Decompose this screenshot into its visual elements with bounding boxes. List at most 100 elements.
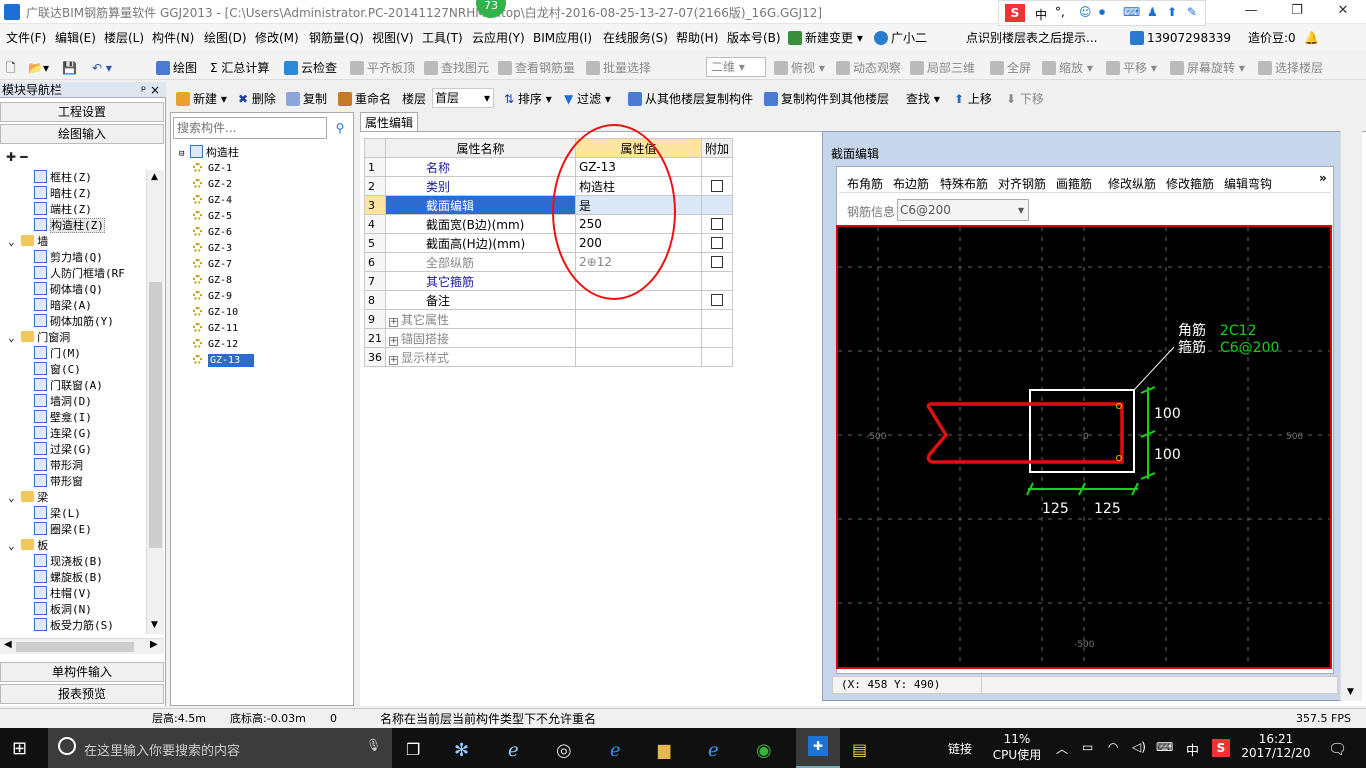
glodon-app-task[interactable]: ✚ (796, 728, 840, 768)
nav-tree-item[interactable]: 现浇板(B) (34, 554, 103, 570)
nav-tree-item[interactable]: 壁龛(I) (34, 410, 92, 426)
property-row[interactable]: 1 名称 GZ-13 (364, 157, 734, 177)
component-item[interactable]: GZ-10 (193, 305, 238, 321)
volume-icon[interactable]: ◁) (1132, 740, 1146, 754)
copy-from-floor-button[interactable]: 从其他楼层复制构件 (628, 90, 753, 108)
touch-keyboard-icon[interactable]: ⌨ (1156, 740, 1173, 754)
green-browser-icon[interactable]: ◉ (756, 740, 772, 761)
additional-checkbox[interactable] (711, 180, 723, 192)
menu-floor[interactable]: 楼层(L) (104, 30, 144, 46)
undo-icon[interactable]: ↶ ▾ (92, 59, 112, 77)
property-row[interactable]: 5 截面高(H边)(mm) 200 (364, 233, 734, 253)
move-up-button[interactable]: ⬆ 上移 (954, 90, 992, 108)
nav-tree-item[interactable]: ⌄ 门窗洞 (8, 330, 70, 346)
component-item[interactable]: GZ-9 (193, 289, 232, 305)
microphone-icon[interactable]: 🎙 (366, 738, 381, 752)
expand-icon[interactable]: + (389, 336, 398, 346)
property-row[interactable]: 21 + 锚固搭接 (364, 328, 734, 348)
summary-calc-button[interactable]: Σ 汇总计算 (210, 59, 269, 77)
property-name-cell[interactable]: + 显示样式 (385, 347, 576, 367)
browser-app-icon[interactable]: ◎ (556, 740, 572, 761)
fullscreen-button[interactable]: 全屏 (990, 59, 1031, 77)
view-mode-select[interactable]: 二维 ▾ (706, 57, 766, 77)
view-rebar-qty-button[interactable]: 查看钢筋量 (498, 59, 575, 77)
nav-hscroll[interactable]: ◀ ▶ (0, 638, 164, 654)
emoji-icon[interactable]: ☺ (1079, 5, 1092, 19)
property-row[interactable]: 7 其它箍筋 (364, 271, 734, 291)
additional-checkbox[interactable] (711, 237, 723, 249)
tray-expand-icon[interactable]: ︿ (1056, 740, 1068, 757)
battery-icon[interactable]: ▭ (1082, 740, 1093, 754)
tool-modify-stirrup[interactable]: 修改箍筋 (1166, 175, 1214, 192)
top-view-button[interactable]: 俯视 ▾ (774, 59, 825, 77)
nav-tree-item[interactable]: 圈梁(E) (34, 522, 92, 538)
report-preview-button[interactable]: 报表预览 (0, 684, 164, 704)
menu-online[interactable]: 在线服务(S) (603, 30, 668, 46)
find-button[interactable]: 查找 ▾ (906, 90, 940, 108)
clock[interactable]: 16:21 2017/12/20 (1238, 732, 1314, 760)
menu-cloud[interactable]: 云应用(Y) (472, 30, 525, 46)
property-name-cell[interactable]: + 其它属性 (385, 309, 576, 329)
nav-tree-item[interactable]: ⌄ 板 (8, 538, 48, 554)
draw-input-button[interactable]: 绘图输入 (0, 124, 164, 144)
close-button[interactable]: ✕ (1320, 0, 1366, 24)
component-item[interactable]: GZ-8 (193, 273, 232, 289)
cloud-check-button[interactable]: 云检查 (284, 59, 337, 77)
additional-checkbox[interactable] (711, 256, 723, 268)
component-item[interactable]: GZ-4 (193, 193, 232, 209)
copy-button[interactable]: 复制 (286, 90, 327, 108)
scroll-left-icon[interactable]: ◀ (4, 639, 12, 650)
nav-tree-item[interactable]: 过梁(G) (34, 442, 92, 458)
nav-tree-item[interactable]: 柱帽(V) (34, 586, 92, 602)
toolbar-overflow-icon[interactable]: » (1319, 171, 1327, 185)
property-name-cell[interactable]: 截面编辑 (385, 195, 576, 215)
component-search-input[interactable] (173, 117, 327, 139)
section-canvas[interactable]: -500 500 -500 0 角筋 2C12 箍筋 C6@200 100 10… (836, 225, 1332, 669)
user-account[interactable]: 13907298339 (1130, 30, 1231, 46)
batch-select-button[interactable]: 批量选择 (586, 59, 651, 77)
menu-version[interactable]: 版本号(B) (727, 30, 781, 46)
component-item[interactable]: GZ-13 (193, 353, 255, 369)
ime-toolbar[interactable]: S 中 °, ☺ ⏺ ⌨ ♟ ⬆ ✎ (998, 0, 1206, 26)
nav-tree-scrollbar[interactable]: ▲ ▼ (146, 170, 164, 634)
nav-tree-item[interactable]: 端柱(Z) (34, 202, 92, 218)
tool-corner-rebar[interactable]: 布角筋 (847, 175, 883, 192)
dynamic-view-button[interactable]: 动态观察 (836, 59, 901, 77)
nav-tree-item[interactable]: 螺旋板(B) (34, 570, 103, 586)
edge-icon[interactable]: ℯ (610, 740, 621, 761)
draw-button[interactable]: 绘图 (156, 59, 197, 77)
taskbar-search[interactable]: 在这里输入你要搜索的内容 🎙 (48, 728, 392, 768)
menu-new-change[interactable]: 新建变更 ▾ (788, 30, 863, 46)
network-link-label[interactable]: 链接 (948, 740, 972, 757)
additional-checkbox[interactable] (711, 294, 723, 306)
project-settings-button[interactable]: 工程设置 (0, 102, 164, 122)
ie-browser-icon[interactable]: ℯ (708, 740, 719, 761)
floor-select[interactable]: 首层 ▾ (432, 88, 494, 108)
nav-tree-item[interactable]: 剪力墙(Q) (34, 250, 103, 266)
nav-tree-item[interactable]: 暗柱(Z) (34, 186, 92, 202)
nav-tree-item[interactable]: ⌄ 梁 (8, 490, 48, 506)
menu-tools[interactable]: 工具(T) (422, 30, 463, 46)
nav-tree-item[interactable]: 梁(L) (34, 506, 81, 522)
scroll-down-icon[interactable]: ▼ (1347, 687, 1354, 697)
select-floor-button[interactable]: 选择楼层 (1258, 59, 1323, 77)
tool-modify-long-rebar[interactable]: 修改纵筋 (1108, 175, 1156, 192)
windows-start-icon[interactable]: ⊞ (12, 738, 27, 759)
collapse-icon[interactable]: ⌄ (8, 491, 21, 504)
nav-tree-item[interactable]: 带形窗 (34, 474, 83, 490)
nav-tree-item[interactable]: 门(M) (34, 346, 81, 362)
nav-tree-item[interactable]: 窗(C) (34, 362, 81, 378)
rename-button[interactable]: 重命名 (338, 90, 391, 108)
component-item[interactable]: GZ-6 (193, 225, 232, 241)
single-component-input-button[interactable]: 单构件输入 (0, 662, 164, 682)
component-item[interactable]: GZ-2 (193, 177, 232, 193)
scroll-down-icon[interactable]: ▼ (151, 620, 158, 630)
nav-tree-item[interactable]: 人防门框墙(RF (34, 266, 125, 282)
pan-button[interactable]: 平移 ▾ (1106, 59, 1157, 77)
property-name-cell[interactable]: 类别 (385, 176, 576, 196)
ime-punct[interactable]: °, (1055, 5, 1065, 19)
nav-tree-item[interactable]: 砌体加筋(Y) (34, 314, 114, 330)
property-row[interactable]: 3 截面编辑是 (364, 195, 734, 215)
property-name-cell[interactable]: 其它箍筋 (385, 271, 576, 291)
additional-cell[interactable] (700, 214, 734, 234)
